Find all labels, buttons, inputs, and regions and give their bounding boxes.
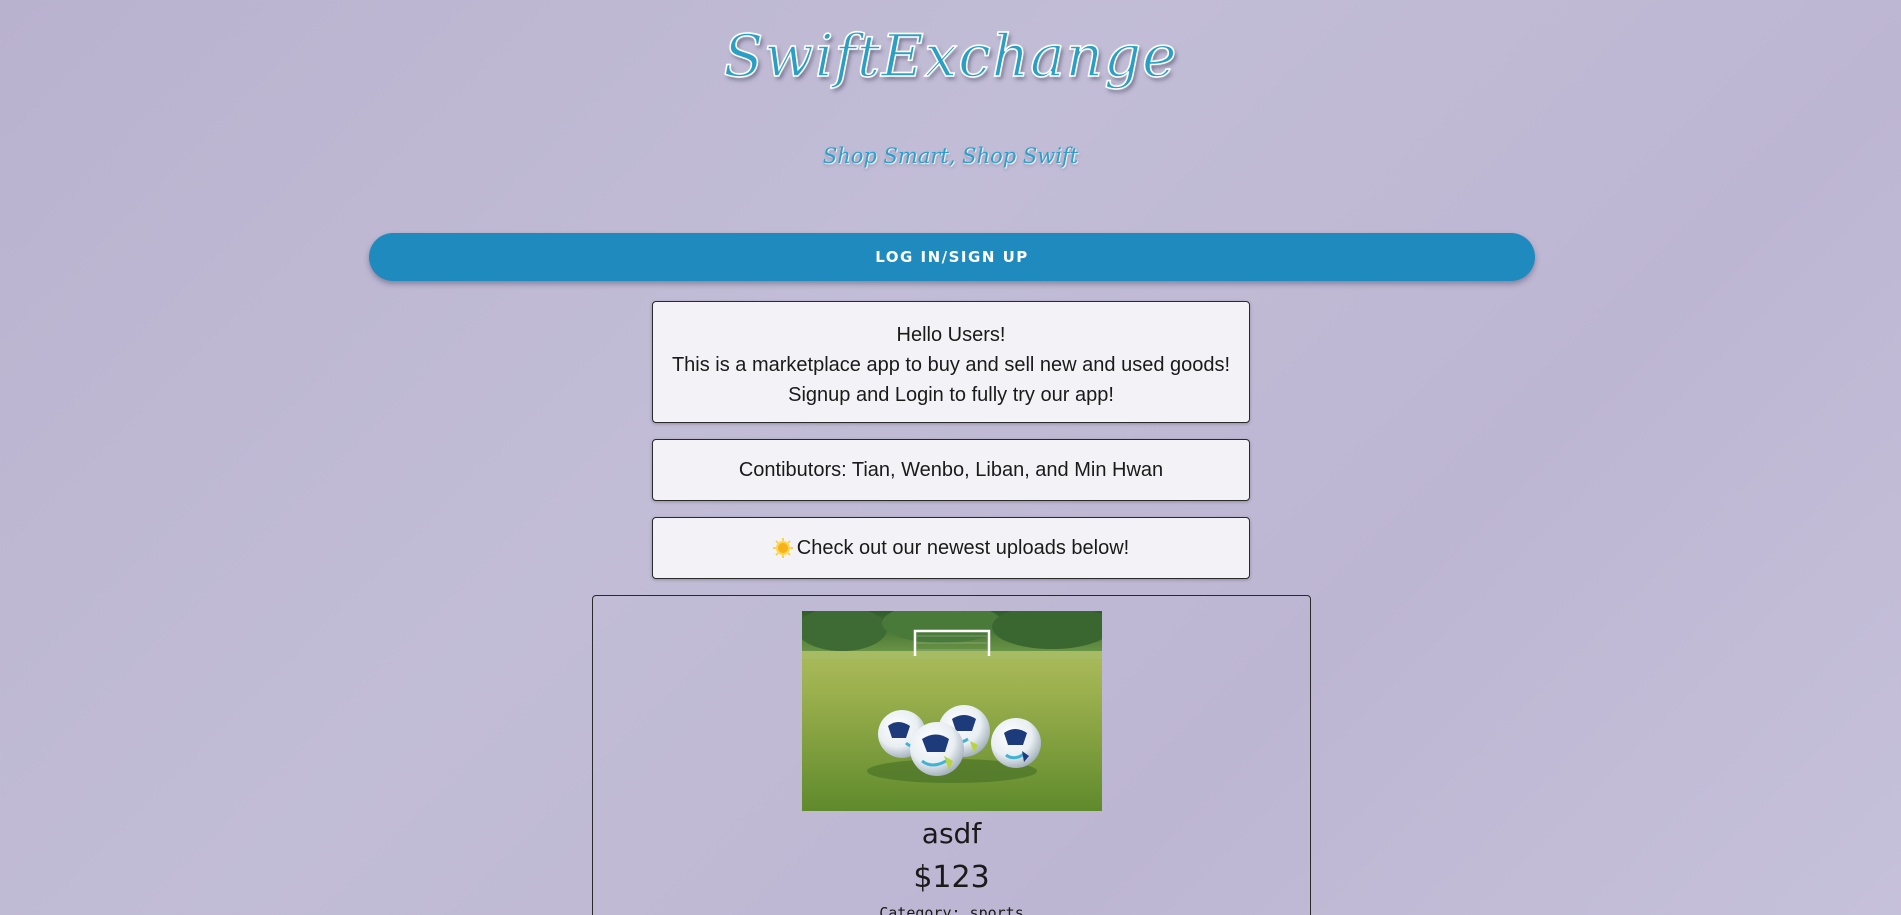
site-tagline: Shop Smart, Shop Swift [822,144,1079,168]
welcome-greeting: Hello Users! [896,324,1006,346]
contributors-card: Contibutors: Tian, Wenbo, Liban, and Min… [652,439,1250,501]
contributors-text: Contibutors: Tian, Wenbo, Liban, and Min… [738,458,1164,481]
sun-icon [773,538,793,558]
product-name[interactable]: asdf [593,817,1310,850]
product-image[interactable] [802,611,1102,811]
newest-uploads-text: Check out our newest uploads below! [796,536,1130,559]
newest-uploads-card: Check out our newest uploads below! [652,517,1250,579]
welcome-card: Hello Users! This is a marketplace app t… [652,301,1250,423]
product-price: $123 [913,860,990,895]
product-card[interactable]: asdf $123 Category: sports [592,595,1311,915]
login-signup-button[interactable]: LOG IN/SIGN UP [369,233,1535,281]
product-category: Category: sports [879,904,1024,915]
welcome-description: This is a marketplace app to buy and sel… [671,354,1231,376]
welcome-instruction: Signup and Login to fully try our app! [788,384,1114,406]
site-logo[interactable]: SwiftExchange [0,21,1901,91]
